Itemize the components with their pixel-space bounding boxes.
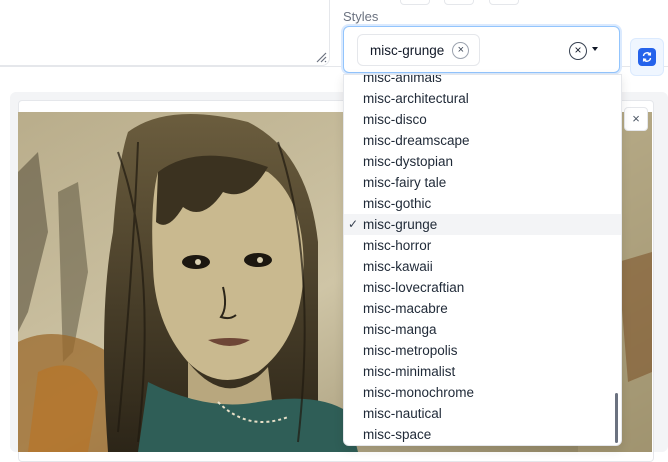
dropdown-option[interactable]: misc-gothic: [344, 193, 621, 214]
tag-label: misc-grunge: [370, 42, 445, 58]
dropdown-option-label: misc-kawaii: [363, 259, 433, 274]
refresh-styles-button[interactable]: [630, 38, 664, 76]
dropdown-option[interactable]: misc-minimalist: [344, 361, 621, 382]
tag-remove-icon[interactable]: ×: [452, 41, 470, 59]
dropdown-option[interactable]: misc-metropolis: [344, 340, 621, 361]
styles-label: Styles: [343, 9, 379, 24]
dropdown-option[interactable]: misc-disco: [344, 109, 621, 130]
dropdown-option-label: misc-nautical: [363, 406, 442, 421]
dropdown-option[interactable]: ✓ misc-grunge: [344, 214, 621, 235]
dropdown-option-label: misc-space: [363, 427, 432, 442]
dropdown-option[interactable]: misc-nautical: [344, 403, 621, 424]
styles-multiselect[interactable]: misc-grunge × ×: [343, 26, 620, 73]
dropdown-option[interactable]: misc-horror: [344, 235, 621, 256]
dropdown-option-label: misc-grunge: [363, 217, 438, 232]
dropdown-option-label: misc-architectural: [363, 91, 469, 106]
resize-grip-icon[interactable]: [313, 49, 327, 63]
refresh-icon: [638, 48, 656, 66]
styles-dropdown-list: misc-animals misc-architectural misc-disco…: [343, 74, 622, 446]
chevron-down-icon[interactable]: [592, 47, 598, 51]
dropdown-option-label: misc-gothic: [363, 196, 432, 211]
dropdown-option[interactable]: misc-animals: [344, 74, 621, 88]
dropdown-option-label: misc-disco: [363, 112, 427, 127]
dropdown-option-label: misc-dreamscape: [363, 133, 470, 148]
dropdown-option[interactable]: misc-macabre: [344, 298, 621, 319]
dropdown-option[interactable]: misc-fairy tale: [344, 172, 621, 193]
dropdown-option[interactable]: misc-dreamscape: [344, 130, 621, 151]
dropdown-scrollbar[interactable]: [615, 393, 618, 443]
dropdown-option-label: misc-manga: [363, 322, 437, 337]
toolbar-buttons: [400, 0, 529, 10]
dropdown-option-label: misc-minimalist: [363, 364, 456, 379]
dropdown-option-label: misc-horror: [363, 238, 432, 253]
dropdown-option-label: misc-macabre: [363, 301, 448, 316]
dropdown-option-label: misc-fairy tale: [363, 175, 447, 190]
dropdown-option[interactable]: misc-monochrome: [344, 382, 621, 403]
dropdown-option-label: misc-monochrome: [363, 385, 475, 400]
dropdown-option-label: misc-animals: [363, 74, 442, 85]
toolbar-button[interactable]: [444, 0, 475, 5]
check-icon: ✓: [348, 217, 359, 231]
dropdown-option[interactable]: misc-dystopian: [344, 151, 621, 172]
selected-style-tag: misc-grunge ×: [357, 34, 481, 66]
dropdown-option-label: misc-dystopian: [363, 154, 454, 169]
toolbar-button[interactable]: [488, 0, 519, 5]
dropdown-option[interactable]: misc-lovecraftian: [344, 277, 621, 298]
prompt-textarea[interactable]: [0, 0, 330, 66]
dropdown-option[interactable]: misc-kawaii: [344, 256, 621, 277]
toolbar-button[interactable]: [400, 0, 430, 5]
close-image-icon[interactable]: ×: [624, 107, 648, 131]
clear-selection-icon[interactable]: ×: [569, 42, 587, 60]
dropdown-option[interactable]: misc-manga: [344, 319, 621, 340]
dropdown-option-label: misc-metropolis: [363, 343, 458, 358]
dropdown-option[interactable]: misc-architectural: [344, 88, 621, 109]
dropdown-option-label: misc-lovecraftian: [363, 280, 465, 295]
